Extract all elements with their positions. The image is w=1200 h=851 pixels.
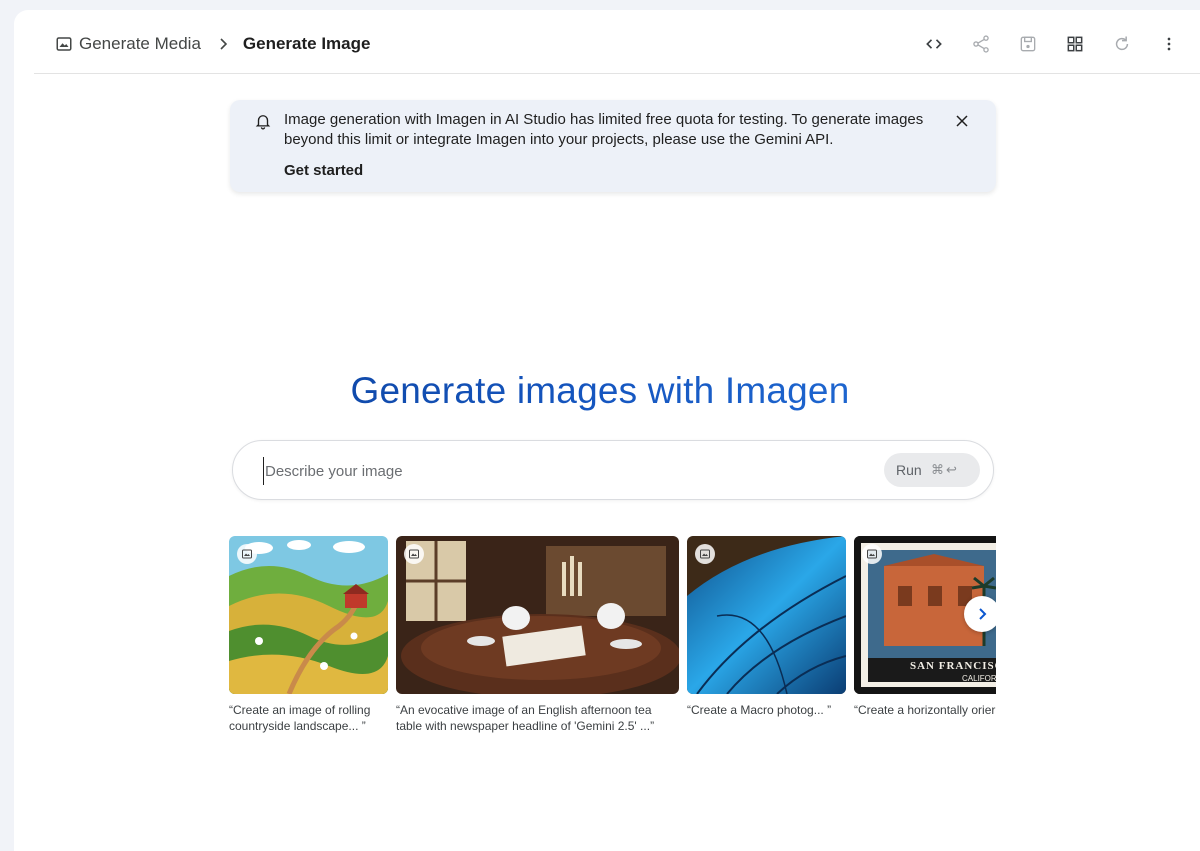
banner-message: Image generation with Imagen in AI Studi… [284, 111, 924, 148]
example-thumbnail[interactable] [229, 536, 388, 694]
image-icon [404, 544, 424, 564]
example-caption: “An evocative image of an English aftern… [396, 703, 655, 733]
hero-title: Generate images with Imagen [0, 370, 1200, 412]
run-shortcut: ⌘↩ [931, 462, 959, 477]
example-caption: “Create a horizontally orier that featur… [854, 703, 996, 717]
close-icon[interactable] [952, 111, 972, 131]
carousel-next-button[interactable] [964, 596, 996, 632]
image-icon [862, 544, 882, 564]
bell-icon [255, 115, 271, 130]
code-icon[interactable] [922, 32, 946, 56]
toolbar [34, 32, 1200, 56]
chevron-right-icon [979, 608, 987, 620]
example-carousel: “Create an image of rolling countryside … [229, 536, 996, 746]
quota-banner: Image generation with Imagen in AI Studi… [230, 100, 996, 192]
top-bar: Generate Media Generate Image [34, 10, 1200, 74]
afternoon-tea-image [396, 536, 679, 694]
example-thumbnail[interactable] [396, 536, 679, 694]
grid-icon[interactable] [1063, 32, 1087, 56]
prompt-box: Run ⌘↩ [232, 440, 994, 500]
example-card[interactable]: “An evocative image of an English aftern… [396, 536, 679, 734]
image-icon [237, 544, 257, 564]
example-thumbnail[interactable] [687, 536, 846, 694]
refresh-icon[interactable] [1110, 32, 1134, 56]
run-button[interactable]: Run ⌘↩ [884, 453, 980, 487]
example-card[interactable]: “Create a Macro photog... ” [687, 536, 846, 718]
stamp-city-text: SAN FRANCISCO [910, 660, 996, 672]
example-caption: “Create an image of rolling countryside … [229, 703, 371, 733]
main-panel: Generate Media Generate Image Image gene… [14, 10, 1200, 851]
get-started-link[interactable]: Get started [284, 162, 363, 179]
example-caption: “Create a Macro photog... ” [687, 703, 832, 717]
prompt-input[interactable] [263, 457, 847, 485]
example-card[interactable]: “Create an image of rolling countryside … [229, 536, 388, 734]
more-vert-icon[interactable] [1157, 32, 1181, 56]
run-label: Run [896, 462, 922, 478]
stamp-state-text: CALIFORNIA [962, 674, 996, 683]
save-icon[interactable] [1016, 32, 1040, 56]
share-icon[interactable] [969, 32, 993, 56]
image-icon [695, 544, 715, 564]
